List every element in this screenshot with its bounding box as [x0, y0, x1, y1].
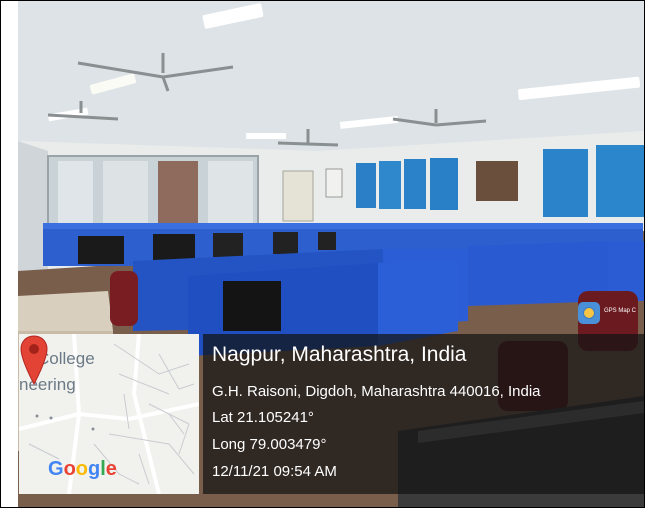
location-title: Nagpur, Maharashtra, India	[212, 343, 467, 366]
address-line: G.H. Raisoni, Digdoh, Maharashtra 440016…	[212, 383, 541, 400]
app-name: GPS Map C	[604, 308, 637, 314]
longitude-line: Long 79.003479°	[212, 436, 327, 453]
gps-map-camera-icon	[578, 302, 600, 324]
google-logo: Google	[48, 458, 117, 480]
map-thumbnail: College neering Google	[19, 334, 199, 494]
image-frame: College neering Google Nagpur, Maharasht…	[0, 0, 645, 508]
app-badge: GPS Map C	[574, 300, 644, 328]
latitude-line: Lat 21.105241°	[212, 409, 314, 426]
map-pin-icon	[20, 335, 48, 386]
datetime-line: 12/11/21 09:54 AM	[212, 463, 337, 480]
gps-stamp-panel: Nagpur, Maharashtra, India G.H. Raisoni,…	[203, 334, 644, 494]
